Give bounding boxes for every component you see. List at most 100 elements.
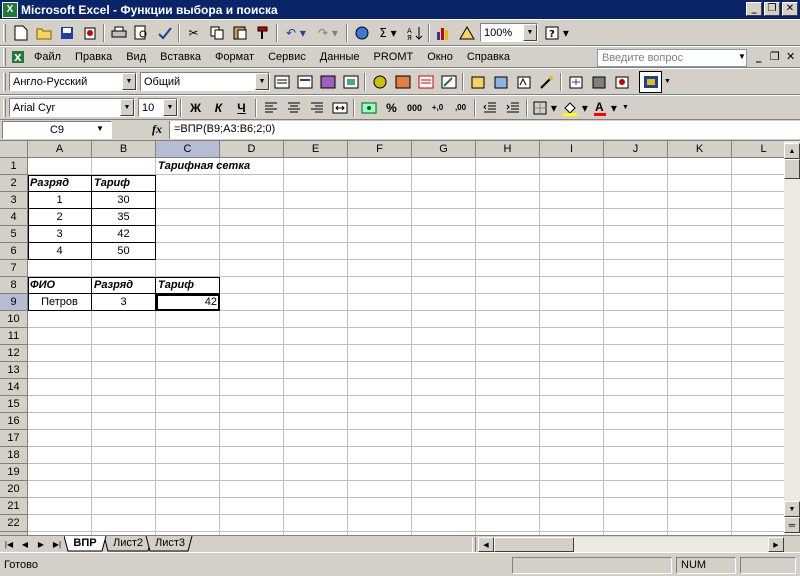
cell-g18[interactable] xyxy=(412,447,476,464)
chevron-down-icon[interactable]: ▼ xyxy=(96,124,104,133)
column-header[interactable]: J xyxy=(604,141,668,158)
row-header[interactable]: 12 xyxy=(0,345,28,362)
cell-i7[interactable] xyxy=(540,260,604,277)
menu-tools[interactable]: Сервис xyxy=(261,47,313,67)
cell-g9[interactable] xyxy=(412,294,476,311)
align-center-icon[interactable] xyxy=(282,97,305,119)
cell-f5[interactable] xyxy=(348,226,412,243)
cell-j7[interactable] xyxy=(604,260,668,277)
cell-l10[interactable] xyxy=(732,311,784,328)
toolbar-grip[interactable] xyxy=(3,23,6,42)
scroll-thumb[interactable] xyxy=(784,159,800,179)
cell-e10[interactable] xyxy=(284,311,348,328)
vertical-scrollbar[interactable]: ▲ ▼ ═ xyxy=(784,141,800,535)
row-header[interactable]: 3 xyxy=(0,192,28,209)
cell-h9[interactable] xyxy=(476,294,540,311)
cell-l21[interactable] xyxy=(732,498,784,515)
cell-e20[interactable] xyxy=(284,481,348,498)
cell-l17[interactable] xyxy=(732,430,784,447)
bold-button[interactable]: Ж xyxy=(184,97,207,119)
undo-icon[interactable]: ↶ ▾ xyxy=(280,22,312,44)
cell-a8[interactable]: ФИО xyxy=(28,277,92,294)
font-size-select[interactable]: 10 ▼ xyxy=(138,98,178,117)
row-header[interactable]: 13 xyxy=(0,362,28,379)
cell-c7[interactable] xyxy=(156,260,220,277)
cell-l9[interactable] xyxy=(732,294,784,311)
column-header[interactable]: C xyxy=(156,141,220,158)
column-header[interactable]: L xyxy=(732,141,784,158)
cell-d22[interactable] xyxy=(220,515,284,532)
cell-l7[interactable] xyxy=(732,260,784,277)
row-header[interactable]: 6 xyxy=(0,243,28,260)
cell-g13[interactable] xyxy=(412,362,476,379)
cell-f2[interactable] xyxy=(348,175,412,192)
cell-c16[interactable] xyxy=(156,413,220,430)
excel-app-icon[interactable]: X xyxy=(2,1,18,18)
split-box-icon[interactable]: ═ xyxy=(784,517,800,533)
cell-h18[interactable] xyxy=(476,447,540,464)
cell-c4[interactable] xyxy=(156,209,220,226)
hyperlink-icon[interactable] xyxy=(350,22,373,44)
cell-d14[interactable] xyxy=(220,379,284,396)
cell-j4[interactable] xyxy=(604,209,668,226)
cell-g22[interactable] xyxy=(412,515,476,532)
cell-c8[interactable]: Тариф xyxy=(156,277,220,294)
cell-e4[interactable] xyxy=(284,209,348,226)
cell-g21[interactable] xyxy=(412,498,476,515)
translate-selection-icon[interactable] xyxy=(293,71,316,93)
cell-g14[interactable] xyxy=(412,379,476,396)
cell-b10[interactable] xyxy=(92,311,156,328)
drawing-icon[interactable] xyxy=(455,22,478,44)
doc-close-button[interactable]: ✕ xyxy=(786,50,795,63)
font-select[interactable]: Arial Cyr ▼ xyxy=(9,98,135,117)
chevron-down-icon[interactable]: ▼ xyxy=(523,24,537,41)
cell-j13[interactable] xyxy=(604,362,668,379)
cell-f22[interactable] xyxy=(348,515,412,532)
help-icon[interactable]: ? ▾ xyxy=(542,22,572,44)
cell-a6[interactable]: 4 xyxy=(28,243,92,260)
cell-c10[interactable] xyxy=(156,311,220,328)
next-sheet-icon[interactable]: ▶ xyxy=(34,537,48,551)
cell-h8[interactable] xyxy=(476,277,540,294)
toolbar-grip[interactable] xyxy=(3,72,6,91)
cell-l13[interactable] xyxy=(732,362,784,379)
cell-f4[interactable] xyxy=(348,209,412,226)
cell-d1[interactable] xyxy=(220,158,284,175)
cell-g17[interactable] xyxy=(412,430,476,447)
cell-g7[interactable] xyxy=(412,260,476,277)
cell-b18[interactable] xyxy=(92,447,156,464)
cell-l6[interactable] xyxy=(732,243,784,260)
cell-i11[interactable] xyxy=(540,328,604,345)
scroll-up-icon[interactable]: ▲ xyxy=(784,143,800,159)
cell-g10[interactable] xyxy=(412,311,476,328)
cell-i1[interactable] xyxy=(540,158,604,175)
cell-e19[interactable] xyxy=(284,464,348,481)
cell-d13[interactable] xyxy=(220,362,284,379)
chevron-down-icon[interactable]: ▼ xyxy=(622,104,629,111)
cell-j22[interactable] xyxy=(604,515,668,532)
row-header[interactable]: 22 xyxy=(0,515,28,532)
cell-a16[interactable] xyxy=(28,413,92,430)
cell-k8[interactable] xyxy=(668,277,732,294)
cell-b12[interactable] xyxy=(92,345,156,362)
row-header[interactable]: 9 xyxy=(0,294,28,311)
column-header[interactable]: A xyxy=(28,141,92,158)
cell-g3[interactable] xyxy=(412,192,476,209)
cell-b13[interactable] xyxy=(92,362,156,379)
translation-direction-select[interactable]: Англо-Русский ▼ xyxy=(9,72,137,91)
insert-function-button[interactable]: fx xyxy=(152,122,162,137)
cell-j14[interactable] xyxy=(604,379,668,396)
cell-b3[interactable]: 30 xyxy=(92,192,156,209)
row-header[interactable]: 1 xyxy=(0,158,28,175)
sort-ascending-icon[interactable]: АЯ xyxy=(403,22,426,44)
cell-k17[interactable] xyxy=(668,430,732,447)
row-header[interactable]: 21 xyxy=(0,498,28,515)
cell-i16[interactable] xyxy=(540,413,604,430)
horizontal-scrollbar[interactable]: ◀ ▶ xyxy=(478,537,784,552)
column-header[interactable]: B xyxy=(92,141,156,158)
cell-j5[interactable] xyxy=(604,226,668,243)
prev-sheet-icon[interactable]: ◀ xyxy=(18,537,32,551)
cell-l19[interactable] xyxy=(732,464,784,481)
column-header[interactable]: E xyxy=(284,141,348,158)
new-icon[interactable] xyxy=(9,22,32,44)
